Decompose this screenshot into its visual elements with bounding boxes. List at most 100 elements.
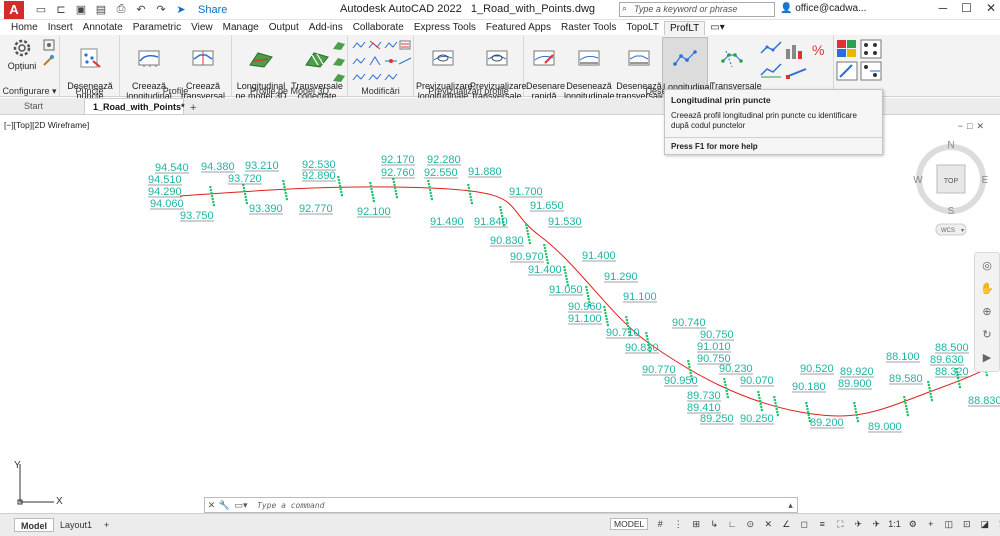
tab-collaborate[interactable]: Collaborate — [348, 21, 409, 35]
elevation-label[interactable]: 91.100 — [623, 291, 657, 303]
modify-profile-icon-10[interactable] — [368, 71, 382, 83]
wcs-menu[interactable]: WCS — [941, 228, 955, 234]
small-3d-icon-a[interactable] — [332, 39, 346, 51]
file-tab-drawing[interactable]: 1_Road_with_Points* ✕ — [84, 98, 185, 128]
elevation-label[interactable]: 88.100 — [886, 351, 920, 363]
new-icon[interactable]: ▭ — [34, 3, 48, 16]
elevation-label[interactable]: 90.520 — [800, 363, 834, 375]
elevation-label[interactable]: 94.380 — [201, 161, 235, 173]
modify-profile-icon-6[interactable] — [368, 55, 382, 67]
tab-manage[interactable]: Manage — [218, 21, 264, 35]
elevation-label[interactable]: 89.920 — [840, 366, 874, 378]
steering-wheel-icon[interactable]: ◎ — [975, 259, 999, 272]
recent-commands-icon[interactable]: ▭▾ — [231, 500, 251, 511]
tab-featured-apps[interactable]: Featured Apps — [481, 21, 556, 35]
tab-express-tools[interactable]: Express Tools — [409, 21, 481, 35]
tab-topolt[interactable]: TopoLT — [621, 21, 664, 35]
elevation-label[interactable]: 88.320 — [935, 366, 969, 378]
elevation-label[interactable]: 92.550 — [424, 167, 458, 179]
lineweight-icon[interactable]: ≡ — [816, 519, 828, 529]
small-3d-icon-c[interactable] — [332, 71, 346, 83]
share-button[interactable]: Share — [198, 4, 227, 16]
chevron-down-icon[interactable]: ▾ — [961, 228, 964, 234]
tab-add-ins[interactable]: Add-ins — [304, 21, 348, 35]
workspace-gear-icon[interactable]: ⚙ — [907, 519, 919, 530]
drawing-canvas[interactable]: [−][Top][2D Wireframe] −□✕ 94.540 94.510 9… — [0, 116, 1000, 513]
elevation-label[interactable]: 91.650 — [530, 200, 564, 212]
elevation-label[interactable]: 94.540 — [155, 162, 189, 174]
customize-command-icon[interactable]: 🔧 — [218, 500, 231, 511]
elevation-label[interactable]: 92.760 — [381, 167, 415, 179]
elevation-label[interactable]: 91.400 — [582, 250, 616, 262]
elevation-label[interactable]: 90.180 — [792, 381, 826, 393]
elevation-label[interactable]: 94.060 — [150, 198, 184, 210]
transparency-icon[interactable]: ⛶ — [834, 519, 846, 530]
maximize-icon[interactable]: ☐ — [961, 1, 972, 15]
elevation-label[interactable]: 88.830 — [968, 395, 1000, 407]
elevation-label[interactable]: 90.960 — [568, 301, 602, 313]
command-history-icon[interactable]: ▴ — [784, 500, 797, 511]
elevation-label[interactable]: 93.210 — [245, 160, 279, 172]
tab-raster-tools[interactable]: Raster Tools — [556, 21, 621, 35]
elevation-label[interactable]: 90.750 — [700, 329, 734, 341]
ortho-icon[interactable]: ∟ — [726, 519, 738, 529]
elevation-label[interactable]: 91.490 — [430, 216, 464, 228]
save-as-icon[interactable]: ▤ — [94, 3, 108, 16]
elevation-label[interactable]: 90.250 — [740, 413, 774, 425]
elevation-label[interactable]: 93.720 — [228, 173, 262, 185]
close-icon[interactable]: ✕ — [986, 1, 996, 15]
elevation-label[interactable]: 89.730 — [687, 390, 721, 402]
plot-icon[interactable]: ⎙ — [114, 3, 128, 16]
tab-output[interactable]: Output — [264, 21, 304, 35]
brush-icon[interactable] — [42, 55, 56, 67]
modify-profile-icon-2[interactable] — [368, 39, 382, 51]
slope-icon[interactable] — [784, 65, 808, 81]
elevation-label[interactable]: 91.010 — [697, 341, 731, 353]
elevation-label[interactable]: 88.500 — [935, 342, 969, 354]
pan-icon[interactable]: ✋ — [975, 282, 999, 295]
elevation-label[interactable]: 91.100 — [568, 313, 602, 325]
compass-west[interactable]: W — [913, 175, 923, 186]
color-grid-icon[interactable] — [836, 39, 858, 59]
percent-icon[interactable]: % — [810, 41, 832, 61]
tab-home[interactable]: Home — [6, 21, 43, 35]
layout-tab-model[interactable]: Model — [14, 518, 54, 532]
elevation-label[interactable]: 92.170 — [381, 154, 415, 166]
modify-profile-icon-3[interactable] — [384, 39, 398, 51]
elevation-label[interactable]: 90.950 — [664, 375, 698, 387]
elevation-label[interactable]: 91.050 — [549, 284, 583, 296]
tab-view[interactable]: View — [186, 21, 218, 35]
elevation-label[interactable]: 90.830 — [490, 235, 524, 247]
elevation-label[interactable]: 90.710 — [606, 327, 640, 339]
layout-tab-layout1[interactable]: Layout1 — [54, 518, 98, 532]
elevation-label[interactable]: 92.890 — [302, 170, 336, 182]
tab-proflt[interactable]: ProfLT — [664, 21, 706, 35]
elevation-label[interactable]: 90.230 — [719, 363, 753, 375]
elevation-label[interactable]: 89.580 — [889, 373, 923, 385]
share-icon[interactable]: ➤ — [174, 3, 188, 16]
command-input[interactable]: Type a command — [257, 501, 784, 510]
dynamic-input-icon[interactable]: ↳ — [708, 519, 720, 530]
elevation-label[interactable]: 90.970 — [510, 251, 544, 263]
points-grid-icon[interactable] — [860, 39, 882, 59]
modify-profile-icon-8[interactable] — [398, 55, 412, 67]
object-snap-tracking-icon[interactable]: ∠ — [780, 519, 792, 530]
undo-icon[interactable]: ↶ — [134, 3, 148, 16]
annotation-monitor-icon[interactable]: + — [925, 519, 937, 529]
polar-icon[interactable]: ⊙ — [744, 519, 756, 530]
modify-profile-icon-5[interactable] — [352, 55, 366, 67]
compass-north[interactable]: N — [947, 140, 954, 151]
save-icon[interactable]: ▣ — [74, 3, 88, 16]
close-command-icon[interactable]: ✕ — [205, 500, 218, 511]
elevation-label[interactable]: 90.070 — [740, 375, 774, 387]
minimize-icon[interactable]: ─ — [939, 1, 948, 15]
model-space-toggle[interactable]: MODEL — [610, 518, 649, 530]
elevation-label[interactable]: 94.290 — [148, 186, 182, 198]
snap-icon[interactable]: ⋮ — [672, 519, 684, 530]
edit-table-icon[interactable] — [836, 61, 858, 81]
tab-annotate[interactable]: Annotate — [78, 21, 128, 35]
elevation-label[interactable]: 92.770 — [299, 203, 333, 215]
elevation-label[interactable]: 91.880 — [468, 166, 502, 178]
elevation-label[interactable]: 91.530 — [548, 216, 582, 228]
elevation-label[interactable]: 92.280 — [427, 154, 461, 166]
